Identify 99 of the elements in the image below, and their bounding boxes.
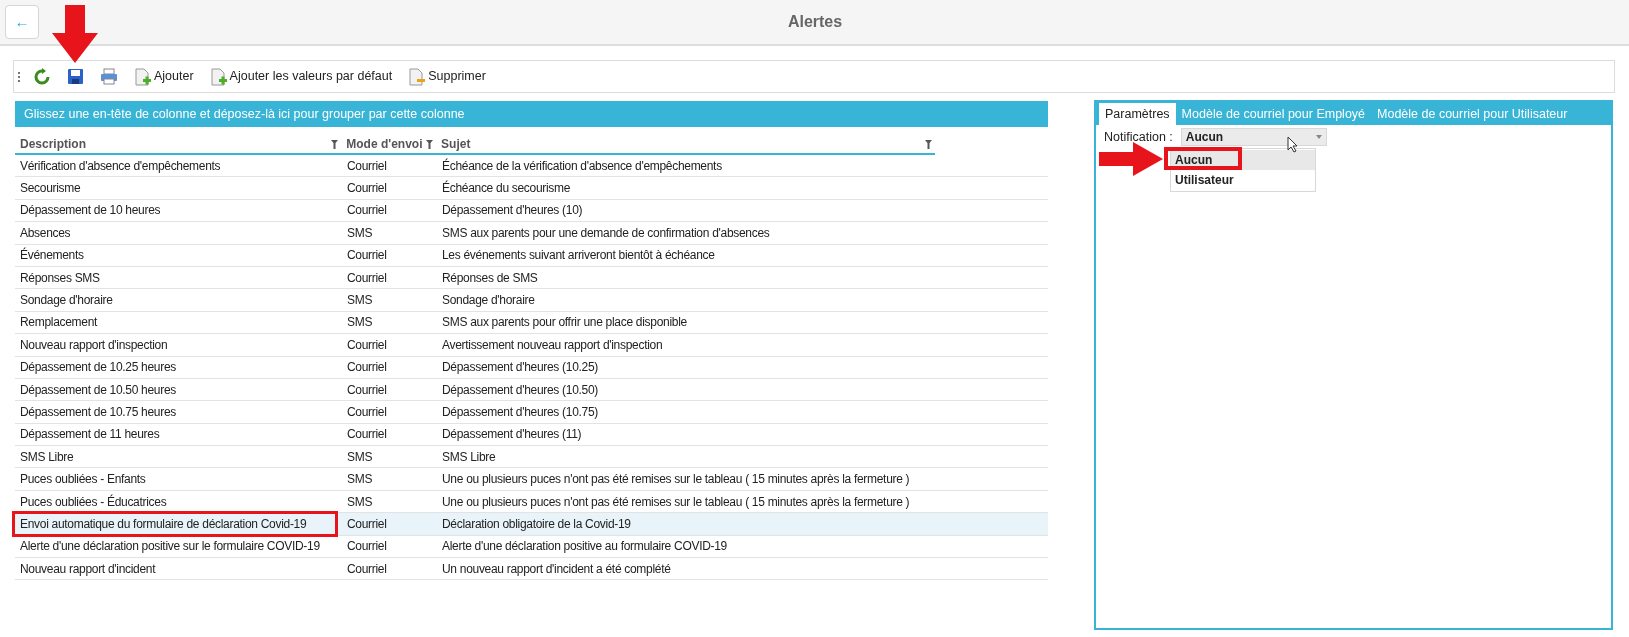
table-cell: Réponses de SMS: [442, 270, 538, 285]
field-label: Notification :: [1104, 129, 1173, 146]
table-cell: Avertissement nouveau rapport d'inspection: [442, 337, 663, 352]
table-row[interactable]: Vérification d'absence d'empêchements Courriel Échéance de la vérification d'absence d'empêchements: [15, 155, 1048, 178]
table-row[interactable]: Remplacement SMS SMS aux parents pour offrir une place disponible: [15, 311, 1048, 335]
table-cell: Courriel: [347, 561, 387, 576]
table-cell: SMS: [347, 472, 373, 487]
table-row[interactable]: Dépassement de 10.50 heures Courriel Dépassement d'heures (10.50): [15, 378, 1048, 402]
table-cell: Remplacement: [20, 315, 98, 330]
table-cell: Courriel: [347, 337, 387, 352]
page-title: Alertes: [786, 12, 844, 32]
table-row[interactable]: Envoi automatique du formulaire de déclaration Covid-19 Courriel Déclaration obligatoire de la Covid-19: [15, 513, 1048, 536]
toolbar-button[interactable]: Ajouter les valeurs par défaut: [205, 63, 397, 90]
table-cell: SMS: [347, 449, 373, 464]
table-cell: Absences: [20, 225, 71, 240]
table-row[interactable]: SMS Libre SMS SMS Libre: [15, 446, 1048, 469]
table-cell: Dépassement d'heures (10.25): [442, 360, 598, 375]
table-cell: Déclaration obligatoire de la Covid-19: [442, 516, 631, 531]
column-header[interactable]: Description: [20, 135, 86, 153]
table-cell: Dépassement d'heures (11): [442, 427, 582, 442]
table-cell: SMS: [347, 315, 373, 330]
table-cell: SMS: [347, 494, 373, 509]
table-cell: Secourisme: [20, 181, 81, 196]
table-cell: Puces oubliées - Enfants: [20, 472, 146, 487]
table-cell: Alerte d'une déclaration positive au formulaire COVID-19: [442, 539, 727, 554]
table-row[interactable]: Nouveau rapport d'inspection Courriel Avertissement nouveau rapport d'inspection: [15, 334, 1048, 357]
grip-icon: [18, 71, 21, 82]
table-cell: Dépassement d'heures (10.75): [442, 405, 598, 419]
table-row[interactable]: Dépassement de 10.25 heures Courriel Dépassement d'heures (10.25): [15, 356, 1048, 379]
toolbar-button[interactable]: Ajouter: [130, 63, 198, 90]
table-row[interactable]: Événements Courriel Les événements suivant arriveront bientôt à échéance: [15, 244, 1048, 267]
table-cell: Sondage d'horaire: [442, 293, 535, 308]
table-cell: Dépassement de 10.50 heures: [20, 382, 176, 397]
table-row[interactable]: Absences SMS SMS aux parents pour une demande de confirmation d'absences: [15, 222, 1048, 245]
table-cell: Un nouveau rapport d'incident a été complété: [442, 561, 671, 576]
tab[interactable]: Paramètres: [1099, 103, 1176, 125]
table-cell: Courriel: [347, 539, 387, 554]
caret-icon: [1315, 135, 1322, 140]
notification-dropdown[interactable]: Aucun: [1180, 128, 1327, 147]
table-cell: Une ou plusieurs puces n'ont pas été remises sur le tableau ( 15 minutes après la fermeture ): [442, 494, 910, 509]
table-cell: Alerte d'une déclaration positive sur le formulaire COVID-19: [20, 539, 320, 554]
table-cell: Nouveau rapport d'inspection: [20, 337, 168, 352]
dropdown-option[interactable]: Utilisateur: [1171, 170, 1315, 190]
right-arrow: [1099, 142, 1163, 176]
table-row[interactable]: Sondage d'horaire SMS Sondage d'horaire: [15, 289, 1048, 312]
table-cell: Événements: [20, 248, 84, 263]
table-cell: Échéance du secourisme: [442, 181, 571, 196]
table-row[interactable]: Secourisme Courriel Échéance du secourisme: [15, 177, 1048, 200]
table-cell: Courriel: [347, 203, 387, 218]
table-cell: Courriel: [347, 270, 387, 285]
table-cell: Courriel: [347, 181, 387, 196]
table-cell: Courriel: [347, 248, 387, 263]
table-cell: SMS Libre: [20, 449, 74, 464]
down-arrow: [52, 5, 98, 63]
table-cell: Échéance de la vérification d'absence d'empêchements: [442, 158, 722, 173]
table-cell: Envoi automatique du formulaire de déclaration Covid-19: [20, 516, 307, 531]
table-cell: SMS aux parents pour une demande de confirmation d'absences: [442, 225, 770, 240]
table-cell: Dépassement d'heures (10): [442, 203, 583, 218]
table-row[interactable]: Dépassement de 10.75 heures Courriel Dépassement d'heures (10.75): [15, 401, 1048, 424]
table-cell: Puces oubliées - Éducatrices: [20, 494, 167, 509]
table-cell: Une ou plusieurs puces n'ont pas été remises sur le tableau ( 15 minutes après la fermeture ): [442, 472, 910, 487]
table-cell: Courriel: [347, 360, 387, 375]
table-cell: Dépassement d'heures (10.50): [442, 382, 598, 397]
table-row[interactable]: Puces oubliées - Enfants SMS Une ou plusieurs puces n'ont pas été remises sur le tableau ( 15 minutes après la fermeture ): [15, 468, 1048, 491]
table-cell: SMS aux parents pour offrir une place disponible: [442, 315, 687, 330]
table-cell: Dépassement de 10.75 heures: [20, 405, 176, 419]
document-plus-icon: [209, 67, 228, 86]
table-cell: Sondage d'horaire: [20, 293, 113, 308]
table-cell: Courriel: [347, 158, 387, 173]
table-cell: Réponses SMS: [20, 270, 100, 285]
toolbar-button[interactable]: Supprimer: [404, 63, 490, 90]
printer-icon: [100, 68, 118, 85]
table-cell: SMS: [347, 225, 373, 240]
table-cell: SMS: [347, 293, 373, 308]
table-row[interactable]: Réponses SMS Courriel Réponses de SMS: [15, 266, 1048, 290]
table-row[interactable]: Dépassement de 11 heures Courriel Dépassement d'heures (11): [15, 423, 1048, 447]
table-cell: Les événements suivant arriveront bientôt à échéance: [442, 248, 715, 263]
group-panel: Glissez une en-tête de colonne et déposez-là ici pour grouper par cette colonne: [15, 101, 1048, 127]
table-row[interactable]: Dépassement de 10 heures Courriel Dépassement d'heures (10): [15, 199, 1048, 223]
table-cell: Dépassement de 11 heures: [20, 427, 160, 442]
table-row[interactable]: Nouveau rapport d'incident Courriel Un nouveau rapport d'incident a été complété: [15, 558, 1048, 581]
table-cell: Vérification d'absence d'empêchements: [20, 158, 221, 173]
table-row[interactable]: Alerte d'une déclaration positive sur le formulaire COVID-19 Courriel Alerte d'une déclaration positive au formulaire COVID-19: [15, 535, 1048, 559]
document-minus-icon: [408, 67, 427, 86]
document-plus-icon: [134, 67, 152, 86]
table-cell: SMS Libre: [442, 449, 496, 464]
table-cell: Nouveau rapport d'incident: [20, 561, 156, 576]
refresh-icon: [33, 67, 51, 86]
table-cell: Courriel: [347, 516, 387, 531]
column-header[interactable]: Mode d'envoi: [346, 135, 423, 153]
table-cell: Courriel: [347, 427, 387, 442]
table-cell: Dépassement de 10 heures: [20, 203, 161, 218]
filter-icon[interactable]: [331, 139, 339, 149]
filter-icon[interactable]: [426, 139, 434, 149]
column-header[interactable]: Sujet: [441, 135, 471, 153]
table-cell: Courriel: [347, 382, 387, 397]
table-cell: Courriel: [347, 405, 387, 419]
table-cell: Dépassement de 10.25 heures: [20, 360, 176, 375]
filter-icon[interactable]: [925, 139, 932, 149]
